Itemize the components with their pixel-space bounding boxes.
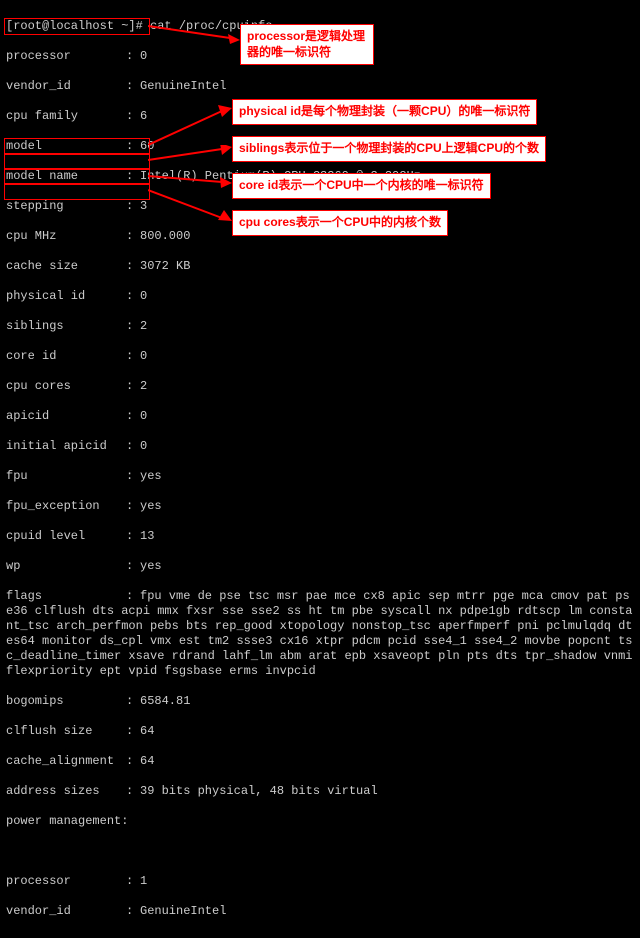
row-fpu-exception: fpu_exception:yes [6, 499, 634, 514]
row-model-name: model name:Intel(R) Pentium(R) CPU G3260… [6, 169, 634, 184]
row-physical-id: physical id:0 [6, 289, 634, 304]
row-clflush-size: clflush size:64 [6, 724, 634, 739]
row-stepping: stepping:3 [6, 199, 634, 214]
row-cpu-cores: cpu cores:2 [6, 379, 634, 394]
row-power-management: power management: [6, 814, 634, 829]
row-processor: processor:0 [6, 49, 634, 64]
row-bogomips: bogomips:6584.81 [6, 694, 634, 709]
row-cpu-mhz: cpu MHz:800.000 [6, 229, 634, 244]
row-apicid: apicid:0 [6, 409, 634, 424]
row-processor-2: processor:1 [6, 874, 634, 889]
prompt-line: [root@localhost ~]# cat /proc/cpuinfo [6, 19, 634, 34]
row-cache-size: cache size:3072 KB [6, 259, 634, 274]
row-cpu-family: cpu family:6 [6, 109, 634, 124]
row-vendor-id: vendor_id:GenuineIntel [6, 79, 634, 94]
blank-line [6, 844, 634, 859]
row-address-sizes: address sizes:39 bits physical, 48 bits … [6, 784, 634, 799]
row-vendor-id-2: vendor_id:GenuineIntel [6, 904, 634, 919]
row-model: model:60 [6, 139, 634, 154]
row-cache-alignment: cache_alignment:64 [6, 754, 634, 769]
row-core-id: core id:0 [6, 349, 634, 364]
terminal-output: [root@localhost ~]# cat /proc/cpuinfo pr… [0, 0, 640, 938]
row-cpuid-level: cpuid level:13 [6, 529, 634, 544]
row-siblings: siblings:2 [6, 319, 634, 334]
row-initial-apicid: initial apicid:0 [6, 439, 634, 454]
row-wp: wp:yes [6, 559, 634, 574]
row-fpu: fpu:yes [6, 469, 634, 484]
row-flags: flags:fpu vme de pse tsc msr pae mce cx8… [6, 589, 634, 679]
